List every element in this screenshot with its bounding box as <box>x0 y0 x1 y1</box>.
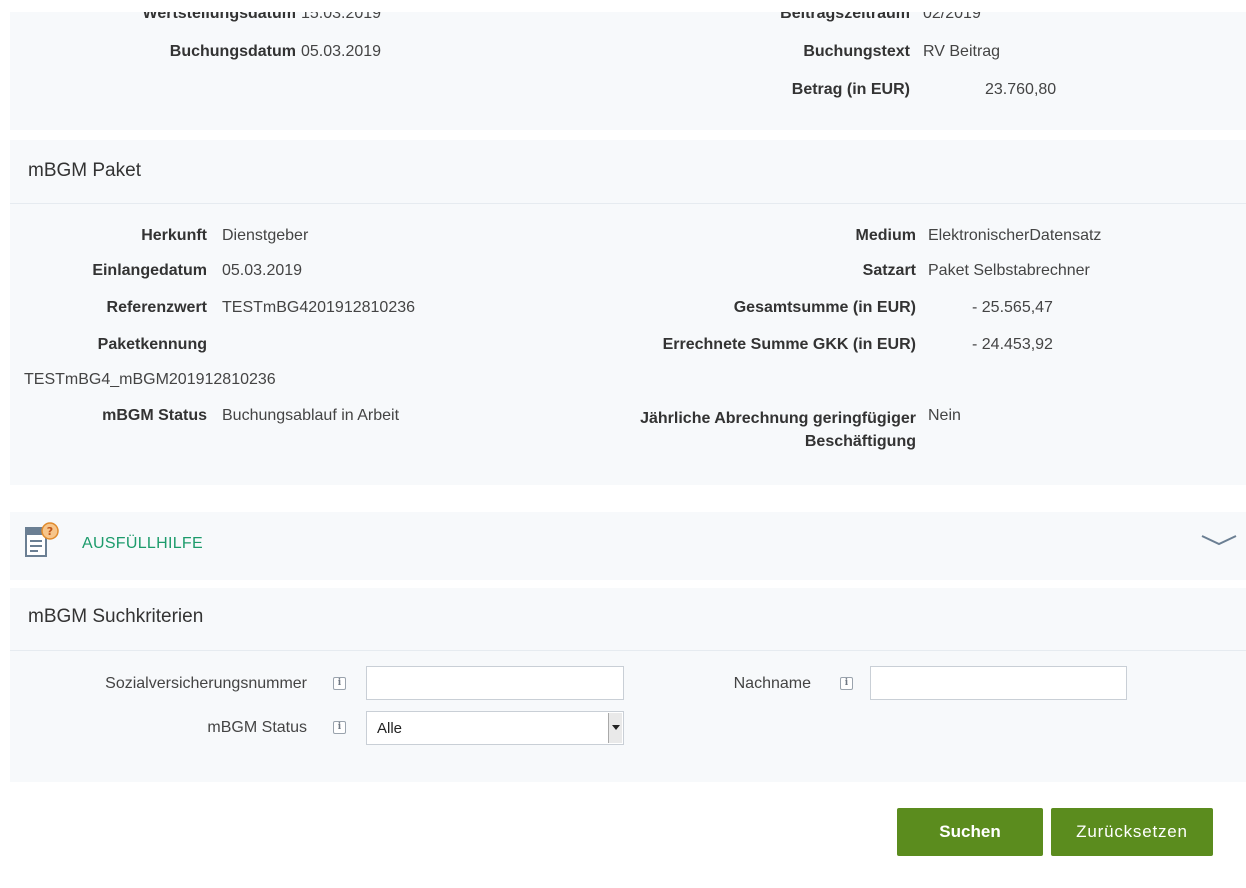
gesamtsumme-value: - 25.565,47 <box>972 299 1053 316</box>
nachname-input[interactable] <box>870 666 1127 700</box>
ausfuellhilfe-label[interactable]: AUSFÜLLHILFE <box>82 535 203 553</box>
buchung-details-panel: Wertstellungsdatum 15.03.2019 Beitragsze… <box>10 0 1246 130</box>
svg-text:?: ? <box>47 525 53 538</box>
medium-value: ElektronischerDatensatz <box>928 227 1102 244</box>
errechnete-summe-value: - 24.453,92 <box>972 336 1053 353</box>
einlangedatum-label: Einlangedatum <box>92 262 207 279</box>
mbgm-status-value: Buchungsablauf in Arbeit <box>222 407 400 424</box>
errechnete-summe-label: Errechnete Summe GKK (in EUR) <box>662 336 916 353</box>
referenzwert-label: Referenzwert <box>106 299 207 316</box>
jaehrliche-abrechnung-label-line2: Beschäftigung <box>804 433 916 450</box>
medium-label: Medium <box>855 227 916 244</box>
paketkennung-value: TESTmBG4_mBGM201912810236 <box>24 371 276 388</box>
paketkennung-label: Paketkennung <box>97 336 207 353</box>
mbgm-status-filter-label: mBGM Status <box>207 719 307 736</box>
svnr-info-icon[interactable]: i <box>333 677 346 690</box>
svnr-label: Sozialversicherungsnummer <box>105 675 307 692</box>
form-help-icon[interactable]: ? <box>24 522 64 562</box>
jaehrliche-abrechnung-label: Jährliche Abrechnung geringfügiger Besch… <box>640 407 916 453</box>
chevron-down-icon[interactable] <box>1200 532 1238 548</box>
mbgm-status-selected: Alle <box>377 720 403 737</box>
betrag-value: 23.760,80 <box>985 81 1057 98</box>
mbgm-paket-title: mBGM Paket <box>28 160 141 181</box>
top-strip <box>0 0 1246 12</box>
herkunft-value: Dienstgeber <box>222 227 309 244</box>
jaehrliche-abrechnung-value: Nein <box>928 407 961 424</box>
mbgm-status-label: mBGM Status <box>102 407 207 424</box>
jaehrliche-abrechnung-label-line1: Jährliche Abrechnung geringfügiger <box>640 410 916 427</box>
zuruecksetzen-button[interactable]: Zurücksetzen <box>1051 808 1213 856</box>
buchungsdatum-label: Buchungsdatum <box>169 43 296 60</box>
referenzwert-value: TESTmBG4201912810236 <box>222 299 416 316</box>
buchungstext-label: Buchungstext <box>803 43 910 60</box>
satzart-label: Satzart <box>862 262 916 279</box>
buchungstext-value: RV Beitrag <box>923 43 1001 60</box>
nachname-info-icon[interactable]: i <box>840 677 853 690</box>
status-info-icon[interactable]: i <box>333 721 346 734</box>
suchen-button[interactable]: Suchen <box>897 808 1043 856</box>
herkunft-label: Herkunft <box>141 227 207 244</box>
suchkriterien-title: mBGM Suchkriterien <box>28 606 204 627</box>
gesamtsumme-label: Gesamtsumme (in EUR) <box>733 299 916 316</box>
paket-divider <box>10 203 1246 204</box>
satzart-value: Paket Selbstabrechner <box>928 262 1090 279</box>
buchungsdatum-value: 05.03.2019 <box>301 43 382 60</box>
mbgm-status-select[interactable]: Alle <box>366 711 624 745</box>
svnr-input[interactable] <box>366 666 624 700</box>
betrag-label: Betrag (in EUR) <box>791 81 910 98</box>
suchkriterien-divider <box>10 650 1246 651</box>
nachname-label: Nachname <box>733 675 811 692</box>
dropdown-arrow-icon[interactable] <box>608 713 622 743</box>
einlangedatum-value: 05.03.2019 <box>222 262 303 279</box>
